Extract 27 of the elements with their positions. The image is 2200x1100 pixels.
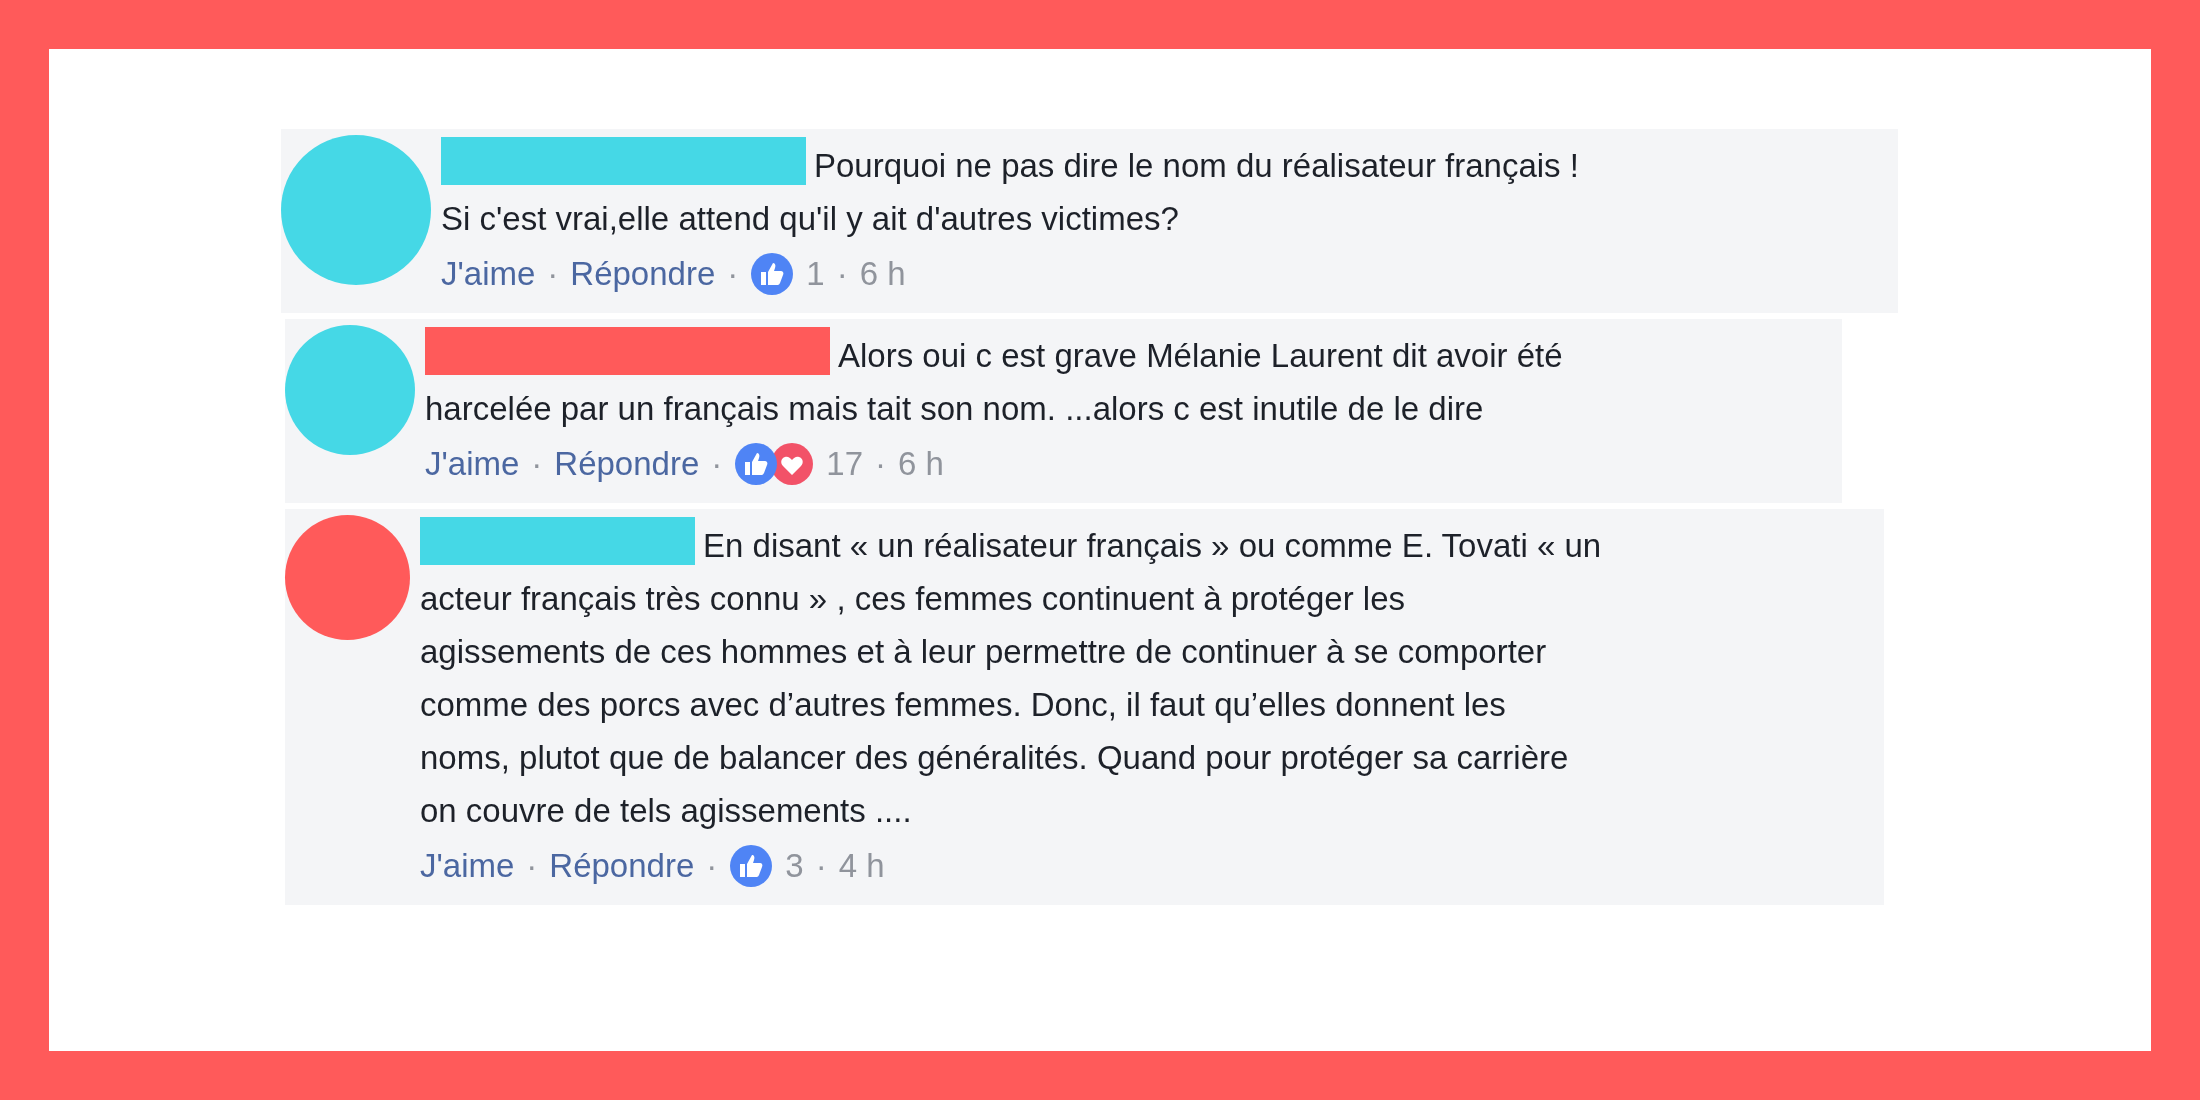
separator-dot: · [531,444,543,484]
separator-dot: · [836,254,848,294]
thumbs-up-icon [750,252,795,296]
comment-text: Alors oui c est grave Mélanie Laurent dit avoir été harcelée par un français mais tait son nom. ...alors c est inutile de le dire [425,327,1563,435]
separator-dot: · [526,846,538,886]
separator-dot: · [875,444,886,484]
comment-action-link[interactable]: J'aime [441,249,536,299]
comment-action-link[interactable]: Répondre [554,439,700,489]
separator-dot: · [727,254,739,294]
separator-dot: · [706,846,718,886]
reaction-count: 3 [785,846,804,886]
separator-dot: · [711,444,723,484]
comment-action-link[interactable]: J'aime [425,439,520,489]
comment-text: En disant « un réalisateur français » ou comme E. Tovati « un acteur français très connu » , ces femmes continuent à protéger les agissements de ces hommes et à leur permettre de continuer à se comporter comme des porcs avec d’autres femmes. Donc, il faut qu’elles donnent les noms, plutot que de balancer des généralités. Quand pour protéger sa carrière on couvre de tels agissements .... [420,517,1602,837]
comment-action-link[interactable]: Répondre [570,249,716,299]
timestamp: 6 h [898,444,944,484]
comment-action-link[interactable]: J'aime [420,841,515,891]
timestamp: 4 h [838,846,885,886]
timestamp: 6 h [859,254,906,294]
reaction-count: 17 [826,444,863,484]
separator-dot: · [815,846,827,886]
reaction-count: 1 [806,254,825,294]
separator-dot: · [547,254,559,294]
comment-action-link[interactable]: Répondre [549,841,695,891]
thumbs-up-icon [734,442,779,486]
comment-text: Pourquoi ne pas dire le nom du réalisateur français ! Si c'est vrai,elle attend qu'il y ait d'autres victimes? [441,137,1579,245]
thumbs-up-icon [729,844,774,888]
